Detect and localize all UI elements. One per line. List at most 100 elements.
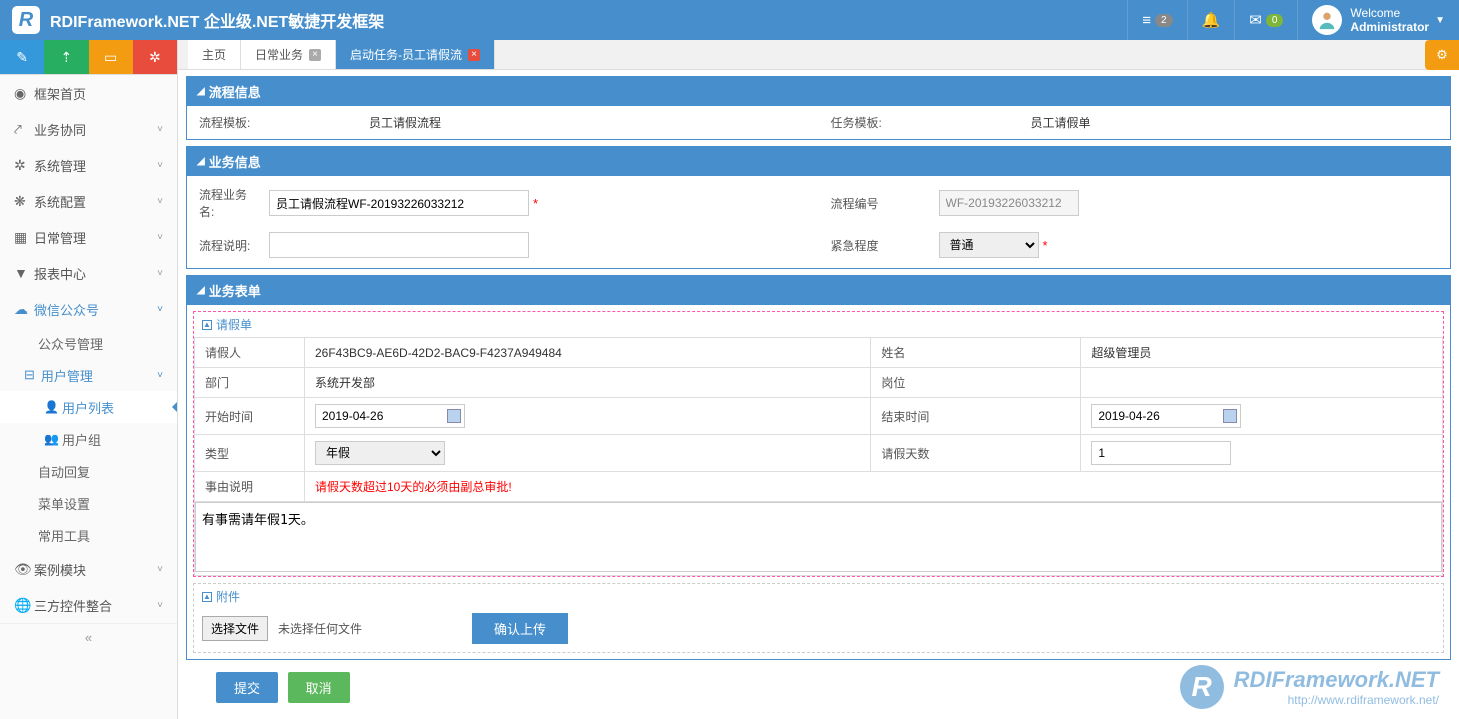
file-empty-text: 未选择任何文件 <box>278 620 362 637</box>
biz-no-input[interactable] <box>939 190 1079 216</box>
type-select[interactable]: 年假 <box>315 441 445 465</box>
choose-file-button[interactable]: 选择文件 <box>202 616 268 641</box>
sidebar-sub-official-account[interactable]: 公众号管理 <box>0 327 177 359</box>
header-user-menu[interactable]: Welcome Administrator ▼ <box>1297 0 1459 40</box>
sub-panel-title: 附件 <box>216 588 240 605</box>
sidebar-sub-tools[interactable]: 常用工具 <box>0 519 177 551</box>
sidebar-sub-label: 用户管理 <box>41 366 93 385</box>
notif-badge: 2 <box>1155 14 1173 27</box>
sidebar-item-label: 框架首页 <box>34 84 163 103</box>
collapse-icon[interactable]: ▲ <box>202 320 212 330</box>
header-mail-button[interactable]: ✉0 <box>1234 0 1297 40</box>
biz-name-input[interactable] <box>269 190 529 216</box>
upload-button[interactable]: 确认上传 <box>472 613 568 644</box>
cancel-button[interactable]: 取消 <box>288 672 350 703</box>
filter-icon: ▼ <box>14 265 34 281</box>
app-header: R RDIFramework.NET 企业级.NET敏捷开发框架 ≡2 🔔 ✉0… <box>0 0 1459 40</box>
sidebar-leaf-user-list[interactable]: 👤 用户列表 <box>0 391 177 423</box>
dashboard-icon: ◉ <box>14 85 34 102</box>
header-list-button[interactable]: ≡2 <box>1127 0 1186 40</box>
sidebar-sub-user-mgmt[interactable]: ⊟ 用户管理 ˅ <box>0 359 177 391</box>
reason-label: 事由说明 <box>195 472 305 502</box>
sidebar-item-report[interactable]: ▼ 报表中心 ˅ <box>0 255 177 291</box>
sidebar-collapse-button[interactable]: « <box>0 623 177 651</box>
chevron-down-icon: ˅ <box>157 268 163 279</box>
welcome-block: Welcome Administrator <box>1350 6 1429 35</box>
panel-title: 流程信息 <box>209 82 261 101</box>
chevron-down-icon: ˅ <box>157 196 163 207</box>
sidebar-leaf-label: 用户列表 <box>62 398 114 417</box>
name-value: 超级管理员 <box>1081 338 1443 368</box>
applicant-label: 请假人 <box>195 338 305 368</box>
sidebar-sub-menu[interactable]: 菜单设置 <box>0 487 177 519</box>
submit-button[interactable]: 提交 <box>216 672 278 703</box>
sidebar-item-sys-mgmt[interactable]: ✲ 系统管理 ˅ <box>0 147 177 183</box>
end-date-input[interactable] <box>1091 404 1241 428</box>
sidebar-tool-settings[interactable]: ✲ <box>133 40 177 74</box>
post-label: 岗位 <box>871 368 1081 398</box>
days-input[interactable] <box>1091 441 1231 465</box>
tab-leave-process[interactable]: 启动任务-员工请假流 × <box>336 40 495 69</box>
tab-close-icon[interactable]: × <box>468 49 480 61</box>
urgency-select[interactable]: 普通 <box>939 232 1039 258</box>
panel-title: 业务信息 <box>209 152 261 171</box>
tab-bar: 主页 日常业务 × 启动任务-员工请假流 × ⚙ <box>178 40 1459 70</box>
tab-home[interactable]: 主页 <box>188 40 241 69</box>
tab-label: 启动任务-员工请假流 <box>350 46 462 63</box>
sidebar-tool-edit[interactable]: ✎ <box>0 40 44 74</box>
caret-icon: ◢ <box>197 156 205 167</box>
required-mark: * <box>1043 238 1048 253</box>
calendar-icon[interactable] <box>447 409 461 423</box>
sidebar-sub-label: 常用工具 <box>38 526 90 545</box>
calendar-icon[interactable] <box>1223 409 1237 423</box>
sidebar-tool-card[interactable]: ▭ <box>89 40 133 74</box>
sidebar: ✎ ⇡ ▭ ✲ ◉ 框架首页 ⤤ 业务协同 ˅ ✲ 系统管理 ˅ ❋ 系统配置 … <box>0 40 178 719</box>
sub-panel-leave: ▲请假单 请假人 26F43BC9-AE6D-42D2-BAC9-F4237A9… <box>193 311 1444 577</box>
welcome-text: Welcome <box>1350 6 1429 20</box>
username-text: Administrator <box>1350 20 1429 34</box>
collapse-icon[interactable]: ▲ <box>202 592 212 602</box>
sidebar-item-wechat[interactable]: ☁ 微信公众号 ˅ <box>0 291 177 327</box>
caret-icon: ◢ <box>197 285 205 296</box>
sidebar-tool-chart[interactable]: ⇡ <box>44 40 88 74</box>
sidebar-item-example[interactable]: 👁 案例模块 ˅ <box>0 551 177 587</box>
tab-label: 主页 <box>202 46 226 63</box>
end-label: 结束时间 <box>871 398 1081 435</box>
sidebar-sub-autoreply[interactable]: 自动回复 <box>0 455 177 487</box>
chevron-down-icon: ˅ <box>157 370 163 381</box>
tab-daily-biz[interactable]: 日常业务 × <box>241 40 336 69</box>
tab-label: 日常业务 <box>255 46 303 63</box>
sidebar-item-thirdparty[interactable]: 🌐 三方控件整合 ˅ <box>0 587 177 623</box>
biz-no-label: 流程编号 <box>819 195 939 212</box>
sidebar-item-label: 三方控件整合 <box>34 596 157 615</box>
start-date-input[interactable] <box>315 404 465 428</box>
panel-process-info: ◢流程信息 流程模板: 员工请假流程 任务模板: 员工请假单 <box>186 76 1451 140</box>
header-bell-button[interactable]: 🔔 <box>1187 0 1235 40</box>
sidebar-item-sys-config[interactable]: ❋ 系统配置 ˅ <box>0 183 177 219</box>
panel-header: ◢ 业务表单 <box>187 276 1450 305</box>
panel-title: 业务表单 <box>209 281 261 300</box>
reason-hint: 请假天数超过10天的必须由副总审批! <box>305 472 1443 502</box>
days-label: 请假天数 <box>871 435 1081 472</box>
form-actions: 提交 取消 <box>186 660 1451 715</box>
reason-textarea[interactable] <box>195 502 1442 572</box>
dept-label: 部门 <box>195 368 305 398</box>
panel-header: ◢ 业务信息 <box>187 147 1450 176</box>
start-label: 开始时间 <box>195 398 305 435</box>
urgency-label: 紧急程度 <box>819 237 939 254</box>
mail-badge: 0 <box>1266 14 1284 27</box>
sidebar-leaf-user-group[interactable]: 👥 用户组 <box>0 423 177 455</box>
avatar <box>1312 5 1342 35</box>
sidebar-toolbar: ✎ ⇡ ▭ ✲ <box>0 40 177 75</box>
type-label: 类型 <box>195 435 305 472</box>
sidebar-item-label: 案例模块 <box>34 560 157 579</box>
sidebar-item-biz-coop[interactable]: ⤤ 业务协同 ˅ <box>0 111 177 147</box>
sidebar-item-daily-mgmt[interactable]: ▦ 日常管理 ˅ <box>0 219 177 255</box>
sidebar-item-label: 系统管理 <box>34 156 157 175</box>
eye-icon: 👁 <box>14 561 34 578</box>
tab-close-icon[interactable]: × <box>309 49 321 61</box>
brand-text: RDIFramework.NET 企业级.NET敏捷开发框架 <box>50 8 384 32</box>
biz-desc-input[interactable] <box>269 232 529 258</box>
tab-gear-button[interactable]: ⚙ <box>1425 40 1459 70</box>
sidebar-item-home[interactable]: ◉ 框架首页 <box>0 75 177 111</box>
